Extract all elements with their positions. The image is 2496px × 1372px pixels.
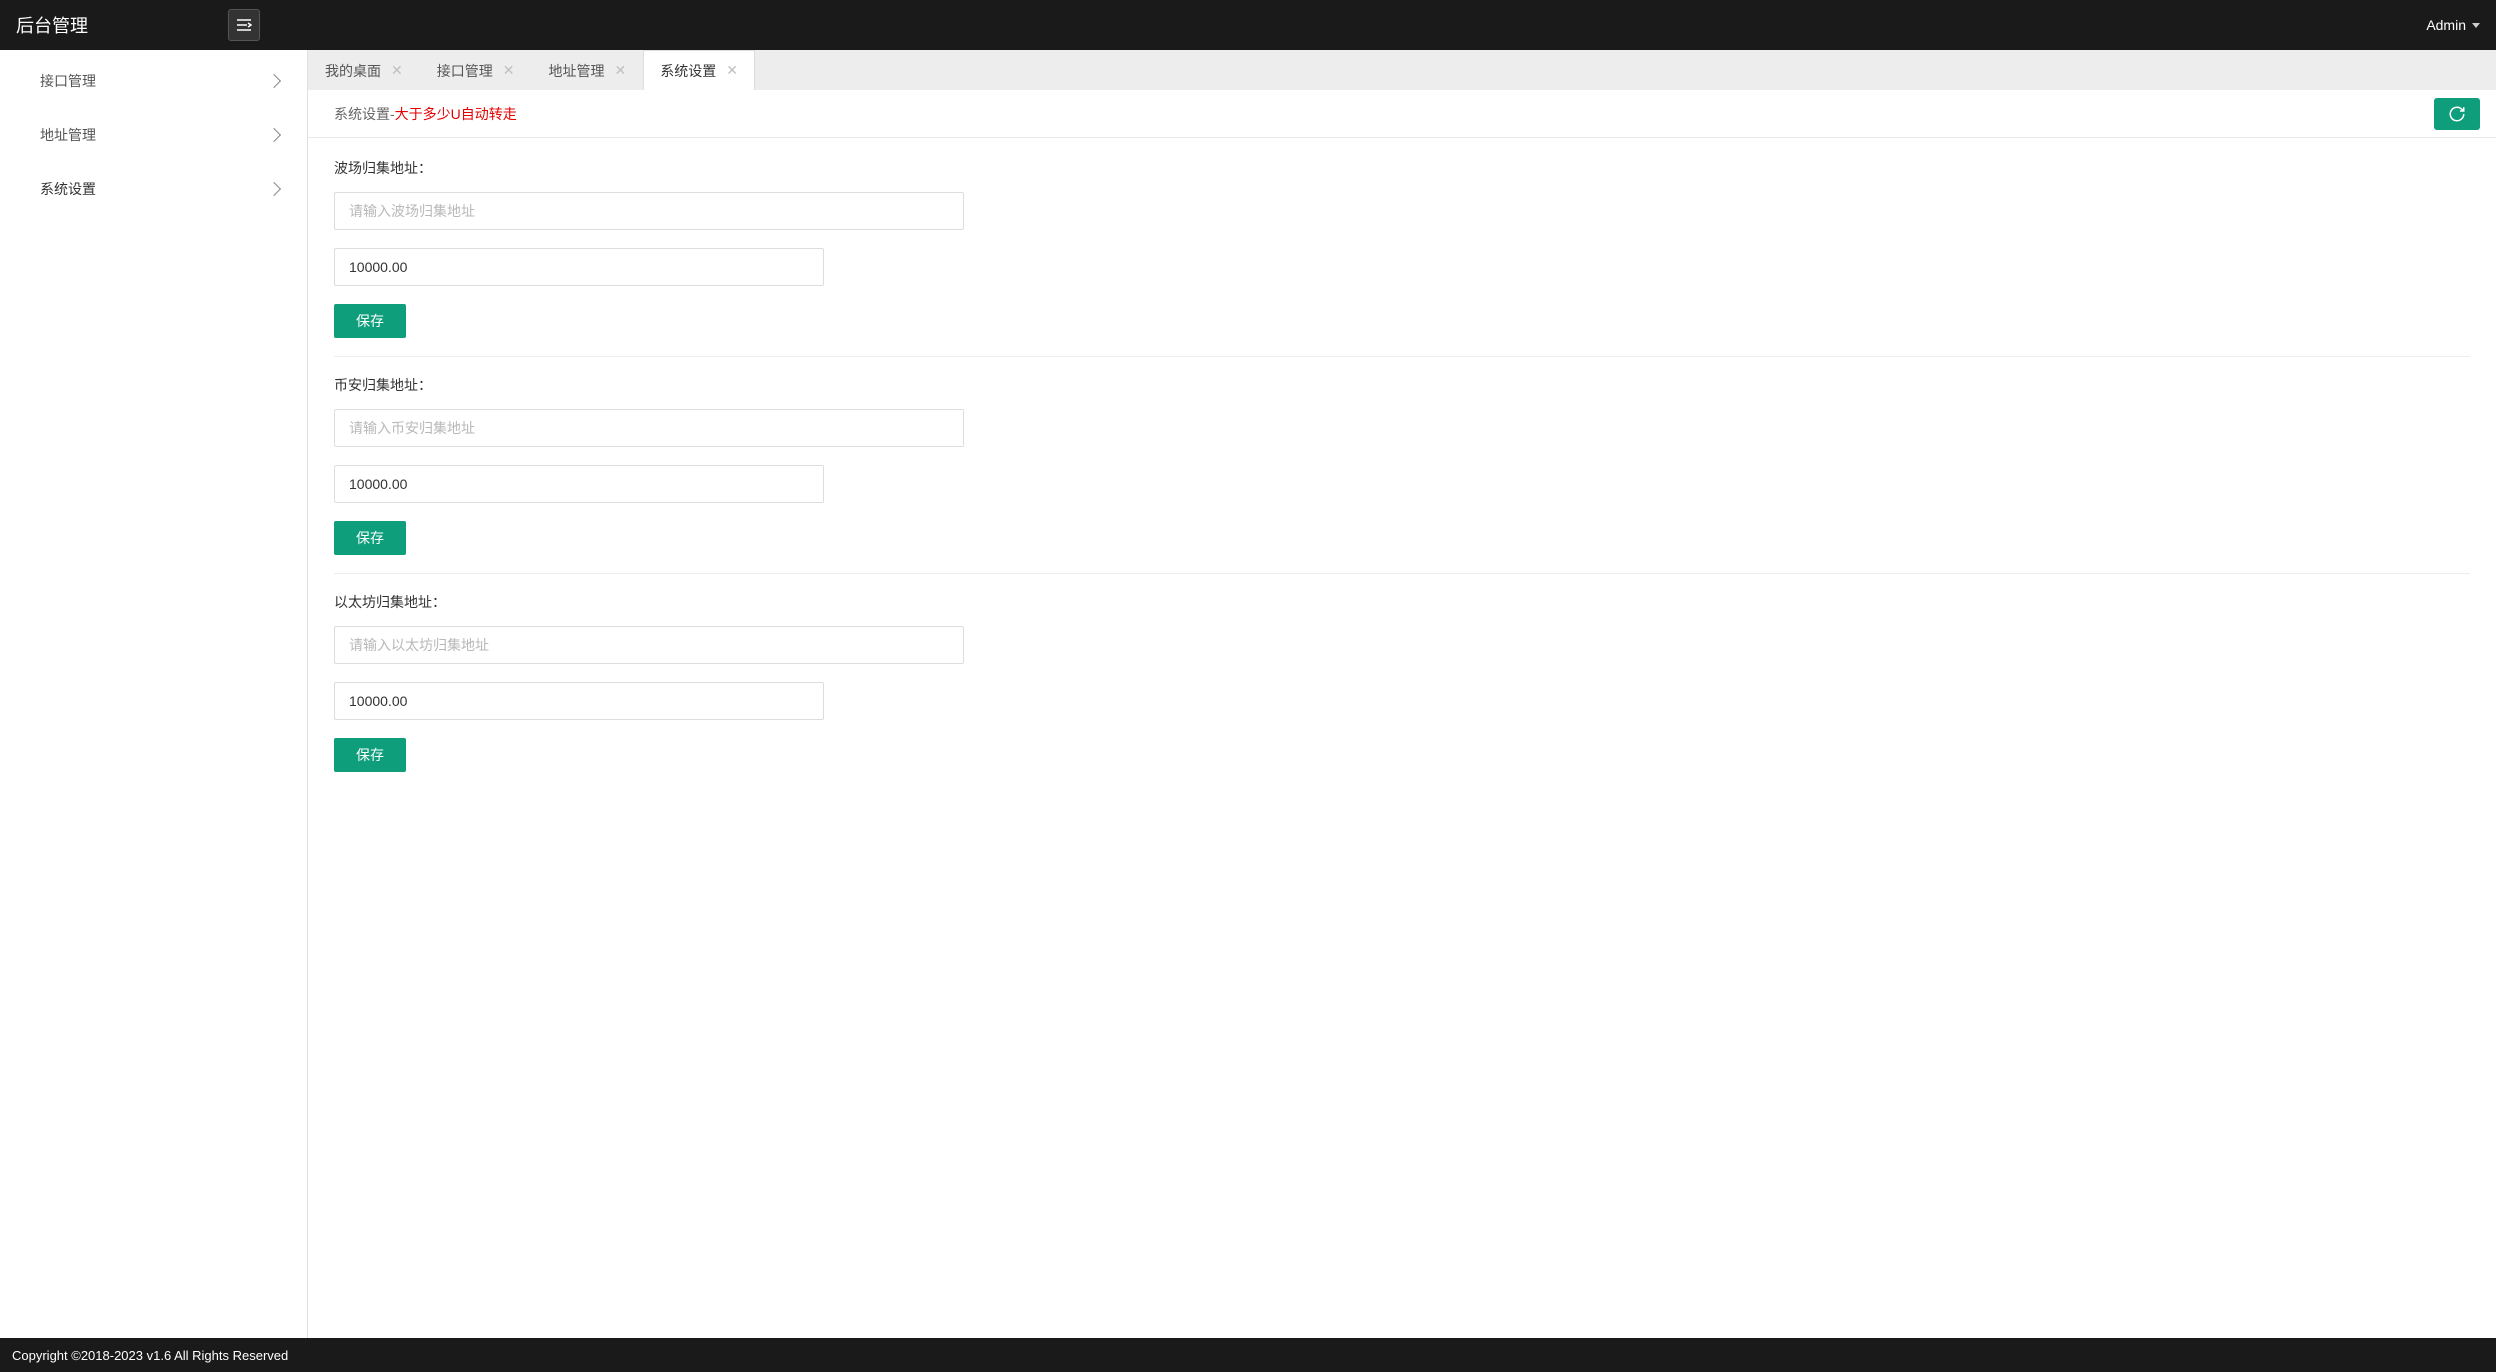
page-header-subtitle: 大于多少U自动转走 xyxy=(395,106,517,122)
form-block-ethereum: 以太坊归集地址： 保存 xyxy=(334,592,2470,790)
form-label: 波场归集地址： xyxy=(334,158,2470,178)
tab-api[interactable]: 接口管理 ✕ xyxy=(420,50,532,90)
layout: 接口管理 地址管理 系统设置 我的桌面 ✕ 接口管理 ✕ 地址管理 ✕ xyxy=(0,50,2496,1338)
binance-address-input[interactable] xyxy=(334,409,964,447)
main-content: 我的桌面 ✕ 接口管理 ✕ 地址管理 ✕ 系统设置 ✕ 系统设置-大于多少U自动… xyxy=(308,50,2496,1338)
sidebar-item-label: 地址管理 xyxy=(40,125,96,145)
binance-amount-input[interactable] xyxy=(334,465,824,503)
tab-settings[interactable]: 系统设置 ✕ xyxy=(643,50,755,90)
save-button-tron[interactable]: 保存 xyxy=(334,304,406,338)
tab-label: 系统设置 xyxy=(660,61,716,81)
form-label: 币安归集地址： xyxy=(334,375,2470,395)
close-icon[interactable]: ✕ xyxy=(391,62,403,79)
tron-address-input[interactable] xyxy=(334,192,964,230)
form-block-binance: 币安归集地址： 保存 xyxy=(334,375,2470,574)
close-icon[interactable]: ✕ xyxy=(503,62,515,79)
ethereum-address-input[interactable] xyxy=(334,626,964,664)
refresh-icon xyxy=(2448,105,2466,123)
content-wrap: 系统设置-大于多少U自动转走 波场归集地址： 保存 币安归 xyxy=(308,90,2496,1338)
chevron-right-icon xyxy=(267,182,281,196)
tab-label: 地址管理 xyxy=(548,61,604,81)
close-icon[interactable]: ✕ xyxy=(726,62,738,79)
app-title: 后台管理 xyxy=(16,12,88,38)
tabs-bar: 我的桌面 ✕ 接口管理 ✕ 地址管理 ✕ 系统设置 ✕ xyxy=(308,50,2496,90)
ethereum-amount-input[interactable] xyxy=(334,682,824,720)
sidebar: 接口管理 地址管理 系统设置 xyxy=(0,50,308,1338)
close-icon[interactable]: ✕ xyxy=(614,62,626,79)
refresh-button[interactable] xyxy=(2434,98,2480,130)
sidebar-item-label: 接口管理 xyxy=(40,71,96,91)
sidebar-item-label: 系统设置 xyxy=(40,179,96,199)
form-label: 以太坊归集地址： xyxy=(334,592,2470,612)
tron-amount-input[interactable] xyxy=(334,248,824,286)
menu-toggle-button[interactable] xyxy=(228,9,260,41)
menu-icon xyxy=(236,18,252,32)
tab-desktop[interactable]: 我的桌面 ✕ xyxy=(308,50,420,90)
top-header: 后台管理 Admin xyxy=(0,0,2496,50)
chevron-right-icon xyxy=(267,74,281,88)
form-block-tron: 波场归集地址： 保存 xyxy=(334,158,2470,357)
tab-address[interactable]: 地址管理 ✕ xyxy=(531,50,643,90)
save-button-binance[interactable]: 保存 xyxy=(334,521,406,555)
footer-text: Copyright ©2018-2023 v1.6 All Rights Res… xyxy=(12,1348,288,1363)
user-dropdown[interactable]: Admin xyxy=(2426,17,2480,33)
chevron-right-icon xyxy=(267,128,281,142)
save-button-ethereum[interactable]: 保存 xyxy=(334,738,406,772)
page-header-title-wrap: 系统设置-大于多少U自动转走 xyxy=(334,104,517,124)
caret-down-icon xyxy=(2472,23,2480,28)
sidebar-item-address[interactable]: 地址管理 xyxy=(10,108,307,162)
page-header: 系统设置-大于多少U自动转走 xyxy=(308,90,2496,138)
header-left: 后台管理 xyxy=(16,9,260,41)
tab-label: 接口管理 xyxy=(437,61,493,81)
sidebar-item-api[interactable]: 接口管理 xyxy=(10,54,307,108)
sidebar-item-settings[interactable]: 系统设置 xyxy=(10,162,307,216)
page-header-title: 系统设置- xyxy=(334,106,395,122)
footer: Copyright ©2018-2023 v1.6 All Rights Res… xyxy=(0,1338,2496,1372)
user-name: Admin xyxy=(2426,17,2466,33)
tab-label: 我的桌面 xyxy=(325,61,381,81)
form-area: 波场归集地址： 保存 币安归集地址： 保存 以太坊归集地址： 保存 xyxy=(308,138,2496,810)
